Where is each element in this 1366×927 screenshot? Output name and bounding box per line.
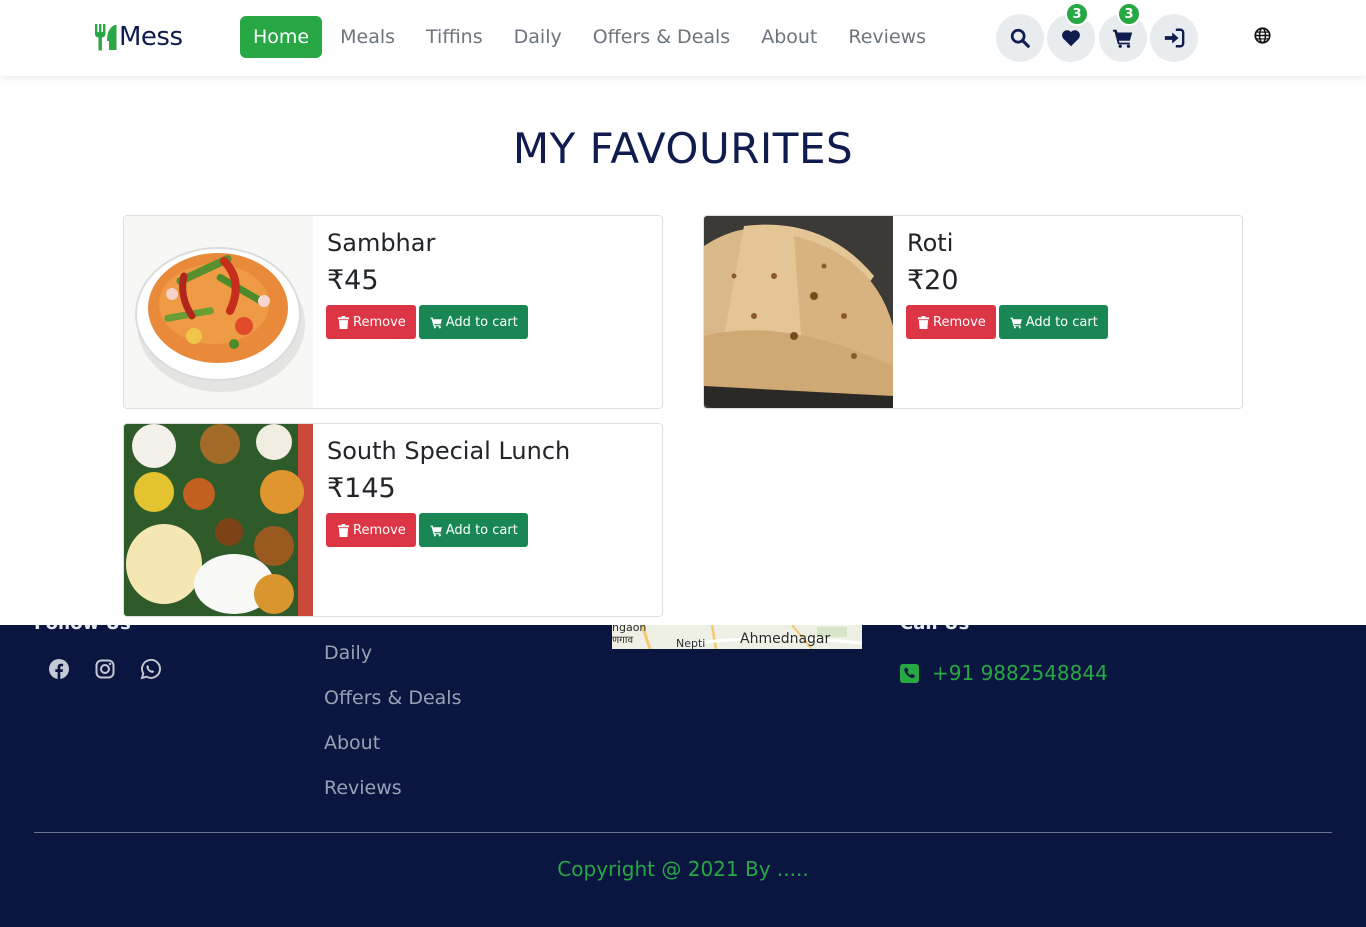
- nav-link-meals[interactable]: Meals: [326, 16, 409, 58]
- footer-link-daily[interactable]: Daily: [324, 642, 372, 664]
- item-actions: Remove Add to cart: [906, 305, 1111, 339]
- map-label-nagav: णगाव: [612, 635, 634, 646]
- whatsapp-link[interactable]: [139, 658, 161, 680]
- item-name: South Special Lunch: [327, 437, 571, 465]
- cart-icon: [1010, 317, 1022, 328]
- item-actions: Remove Add to cart: [326, 305, 531, 339]
- whatsapp-icon: [140, 658, 161, 680]
- cart-button[interactable]: 3: [1099, 2, 1147, 62]
- search-button[interactable]: [996, 14, 1044, 62]
- remove-label: Remove: [353, 314, 406, 330]
- nav-link-tiffins[interactable]: Tiffins: [412, 16, 497, 58]
- add-to-cart-label: Add to cart: [445, 314, 518, 330]
- instagram-icon: [95, 659, 115, 679]
- remove-label: Remove: [353, 522, 406, 538]
- item-price: ₹45: [327, 265, 379, 296]
- footer-link-reviews[interactable]: Reviews: [324, 777, 402, 799]
- facebook-icon: [49, 659, 69, 679]
- add-to-cart-button[interactable]: Add to cart: [418, 305, 528, 339]
- nav-link-home[interactable]: Home: [240, 16, 323, 58]
- sign-in-button[interactable]: [1150, 14, 1198, 62]
- cart-icon: [430, 317, 442, 328]
- call-us-heading: Call Us: [900, 625, 969, 634]
- brand-name: Mess: [119, 22, 183, 52]
- main-nav: Home Meals Tiffins Daily Offers & Deals …: [240, 16, 943, 58]
- cart-icon: [430, 525, 442, 536]
- favourite-card-roti: Roti ₹20 Remove Add to cart: [703, 215, 1243, 409]
- follow-us-heading: Follow Us: [34, 625, 131, 634]
- map-label-nepti: Nepti: [676, 637, 706, 649]
- add-to-cart-button[interactable]: Add to cart: [998, 305, 1108, 339]
- trash-icon: [337, 315, 350, 329]
- add-to-cart-label: Add to cart: [1025, 314, 1098, 330]
- add-to-cart-button[interactable]: Add to cart: [418, 513, 528, 547]
- add-to-cart-label: Add to cart: [445, 522, 518, 538]
- remove-label: Remove: [933, 314, 986, 330]
- roti-image: [704, 216, 893, 408]
- utensils-icon: [94, 22, 118, 52]
- footer-link-offers-deals[interactable]: Offers & Deals: [324, 687, 461, 709]
- heart-icon: [1062, 30, 1080, 47]
- remove-button[interactable]: Remove: [906, 305, 996, 339]
- location-map[interactable]: ngaon णगाव Nepti Ahmednagar: [612, 625, 862, 649]
- trash-icon: [917, 315, 930, 329]
- item-actions: Remove Add to cart: [326, 513, 531, 547]
- item-name: Roti: [907, 229, 954, 257]
- instagram-link[interactable]: [94, 658, 116, 680]
- nav-link-reviews[interactable]: Reviews: [834, 16, 940, 58]
- item-price: ₹145: [327, 473, 396, 504]
- copyright-text: Copyright @ 2021 By .....: [557, 857, 809, 881]
- search-icon: [1010, 28, 1030, 48]
- globe-icon: [1254, 27, 1271, 44]
- remove-button[interactable]: Remove: [326, 305, 416, 339]
- language-button[interactable]: [1254, 27, 1271, 44]
- remove-button[interactable]: Remove: [326, 513, 416, 547]
- favourite-card-south-special-lunch: South Special Lunch ₹145 Remove Add to c…: [123, 423, 663, 617]
- favourites-button[interactable]: 3: [1047, 2, 1095, 62]
- sambhar-image: [124, 216, 313, 408]
- item-name: Sambhar: [327, 229, 436, 257]
- favourites-count-badge: 3: [1065, 2, 1089, 26]
- footer-divider: [34, 832, 1332, 833]
- cart-icon: [1112, 29, 1133, 48]
- navbar: Mess Home Meals Tiffins Daily Offers & D…: [0, 0, 1366, 76]
- brand-logo[interactable]: Mess: [94, 20, 183, 54]
- south-special-lunch-image: [124, 424, 313, 616]
- trash-icon: [337, 523, 350, 537]
- sign-in-icon: [1164, 28, 1185, 48]
- footer: Follow Us Daily Offers & Deals About Rev…: [0, 625, 1366, 927]
- phone-icon: [900, 664, 919, 683]
- footer-link-about[interactable]: About: [324, 732, 380, 754]
- page-title: MY FAVOURITES: [512, 124, 854, 173]
- nav-link-offers-deals[interactable]: Offers & Deals: [579, 16, 744, 58]
- item-price: ₹20: [907, 265, 959, 296]
- nav-link-about[interactable]: About: [747, 16, 831, 58]
- favourite-card-sambhar: Sambhar ₹45 Remove Add to cart: [123, 215, 663, 409]
- cart-count-badge: 3: [1117, 2, 1141, 26]
- phone-number-link[interactable]: +91 9882548844: [932, 661, 1108, 685]
- nav-link-daily[interactable]: Daily: [500, 16, 576, 58]
- facebook-link[interactable]: [48, 658, 70, 680]
- map-label-ahmednagar: Ahmednagar: [740, 631, 831, 647]
